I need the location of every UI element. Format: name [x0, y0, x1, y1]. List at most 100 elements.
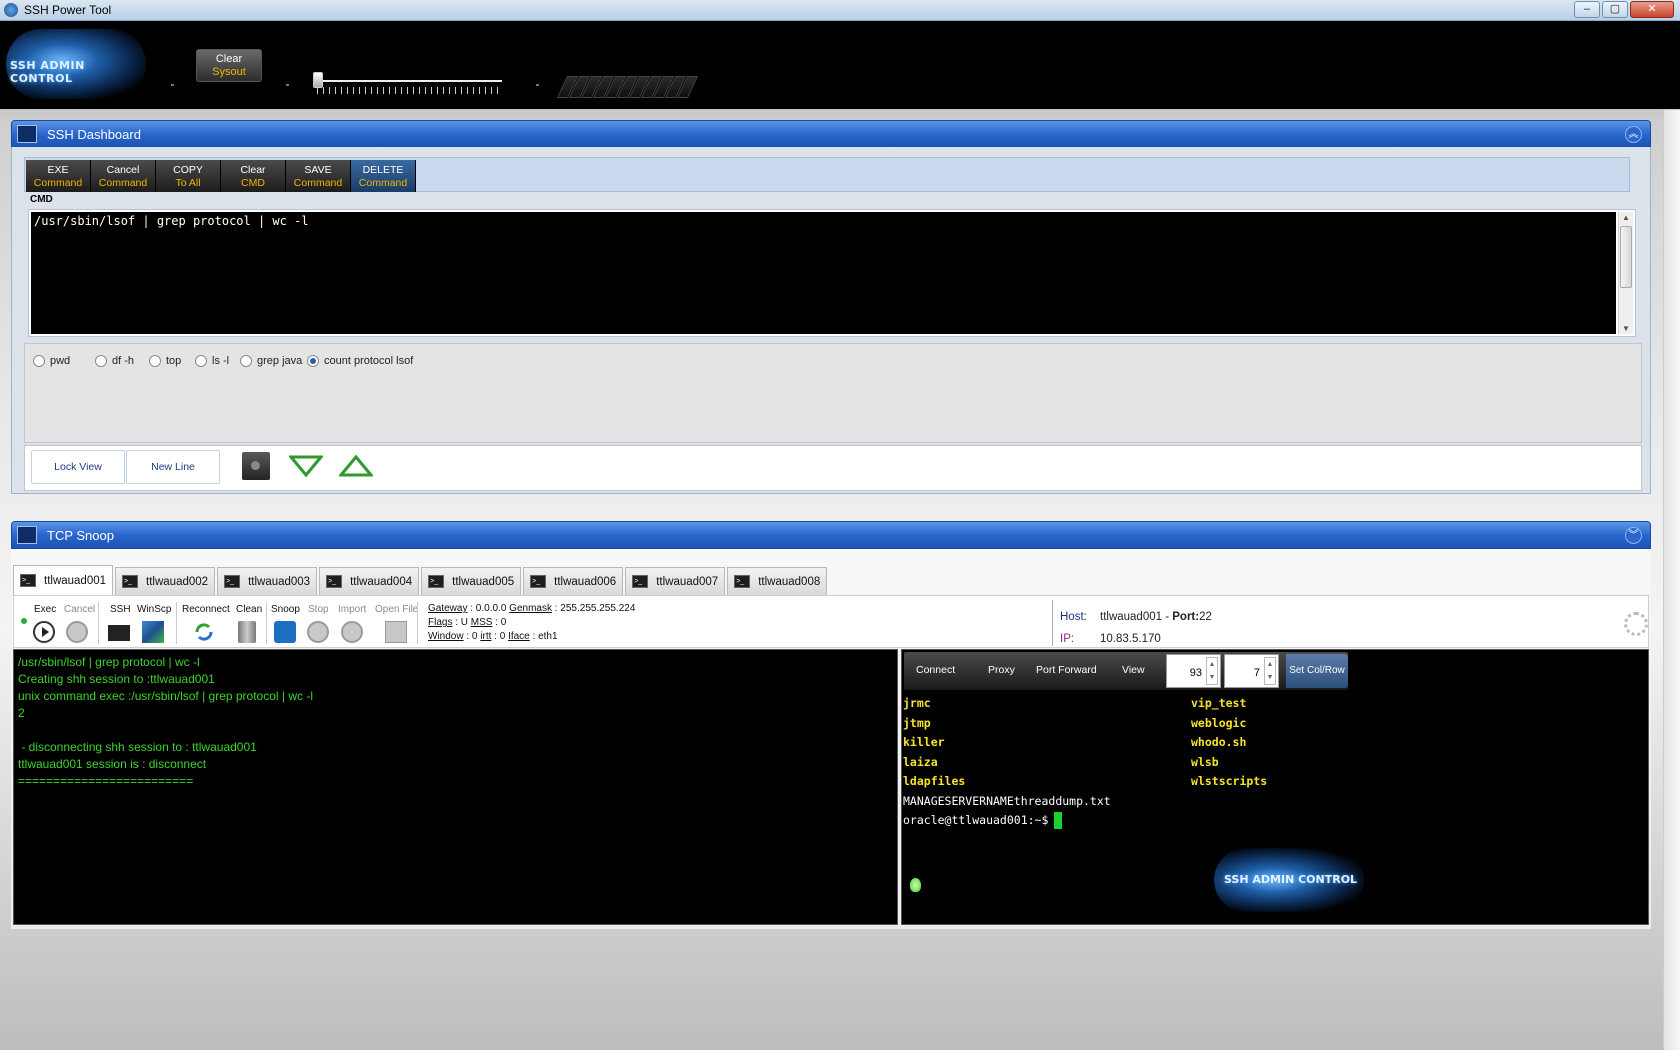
delete-command-button[interactable]: DELETE Command [351, 160, 416, 192]
gateway-value: : 0.0.0.0 [467, 603, 510, 614]
spinner-arrows-icon[interactable]: ▲ ▼ [1206, 657, 1218, 685]
rows-stepper[interactable]: 7 ▲ ▼ [1224, 654, 1279, 688]
clean-label: Clean [236, 604, 263, 615]
save-disk-icon[interactable] [242, 452, 270, 480]
move-down-icon[interactable] [289, 454, 323, 478]
preset-grep-java[interactable]: grep java [240, 355, 302, 367]
tab-ttlwauad007[interactable]: >_ ttlwauad007 [625, 567, 726, 595]
cmd-label: CMD [30, 194, 53, 205]
terminal-line: wlsb [1191, 754, 1219, 769]
tab-ttlwauad002[interactable]: >_ ttlwauad002 [115, 567, 216, 595]
host-key: Host: [1060, 611, 1087, 623]
editor-actions: Lock View New Line [24, 445, 1642, 491]
tab-label: ttlwauad004 [350, 575, 413, 588]
terminal-line: whodo.sh [1191, 735, 1247, 749]
preset-top[interactable]: top [149, 355, 181, 367]
clear-cmd-button[interactable]: Clear CMD [221, 160, 286, 192]
cancel-command-button[interactable]: Cancel Command [91, 160, 156, 192]
tab-ttlwauad001[interactable]: >_ ttlwauad001 [13, 565, 114, 595]
ip-value: 10.83.5.170 [1100, 633, 1161, 645]
slider-knob[interactable] [313, 72, 323, 88]
scroll-thumb[interactable] [1620, 226, 1632, 288]
preset-df-h[interactable]: df -h [95, 355, 134, 367]
move-up-icon[interactable] [339, 454, 373, 478]
button-sub-label: Command [98, 177, 148, 189]
play-icon[interactable] [33, 621, 55, 643]
set-col-row-button[interactable]: Set Col/Row [1286, 654, 1348, 688]
top-toolbar: SSH ADMIN CONTROL Clear Sysout [0, 21, 1680, 109]
preset-pwd[interactable]: pwd [33, 355, 70, 367]
port-key: Port: [1172, 611, 1200, 623]
save-command-button[interactable]: SAVE Command [286, 160, 351, 192]
spinner-arrows-icon[interactable]: ▲ ▼ [1264, 657, 1276, 685]
import-icon[interactable] [341, 621, 363, 643]
scroll-up-icon[interactable]: ▲ [1622, 213, 1630, 222]
winscp-label: WinScp [137, 604, 172, 615]
net-line-2: Flags : U MSS : 0 [428, 616, 635, 630]
open-file-icon[interactable] [385, 621, 407, 643]
cmd-scrollbar[interactable]: ▲ ▼ [1618, 212, 1633, 334]
tab-ttlwauad004[interactable]: >_ ttlwauad004 [319, 567, 420, 595]
columns-stepper[interactable]: 93 ▲ ▼ [1166, 654, 1221, 688]
snoop-waveform-icon[interactable] [274, 621, 296, 643]
tab-ttlwauad008[interactable]: >_ ttlwauad008 [727, 567, 828, 595]
genmask-value: : 255.255.255.224 [551, 603, 636, 614]
lock-view-button[interactable]: Lock View [31, 450, 125, 484]
port-value: 22 [1199, 611, 1212, 623]
ssh-terminal-icon[interactable] [108, 625, 130, 641]
collapse-icon[interactable]: ︾ [1625, 527, 1642, 544]
terminal-icon: >_ [632, 575, 649, 588]
trash-icon[interactable] [238, 621, 256, 643]
collapse-icon[interactable]: ︽ [1625, 126, 1642, 143]
page-scrollbar[interactable] [1663, 110, 1680, 1050]
tcp-snoop-header: TCP Snoop ︾ [11, 521, 1651, 549]
terminal-icon: >_ [530, 575, 547, 588]
exe-command-button[interactable]: EXE Command [26, 160, 91, 192]
exec-label: Exec [34, 604, 57, 615]
proxy-button[interactable]: Proxy [988, 664, 1015, 676]
ssh-terminal[interactable]: Connect Proxy Port Forward View 93 ▲ ▼ 7 … [901, 649, 1649, 925]
log-line: ttlwauad001 session is : disconnect [18, 757, 207, 771]
preset-label: count protocol lsof [324, 355, 414, 367]
session-log[interactable]: /usr/sbin/lsof | grep protocol | wc -l C… [13, 649, 898, 925]
tab-ttlwauad003[interactable]: >_ ttlwauad003 [217, 567, 318, 595]
preset-ls-l[interactable]: ls -l [195, 355, 229, 367]
preset-count-protocol-lsof[interactable]: count protocol lsof [307, 355, 413, 367]
connect-button[interactable]: Connect [916, 664, 955, 676]
button-sub-label: CMD [241, 177, 265, 189]
cancel-icon[interactable] [66, 621, 88, 643]
opacity-slider[interactable] [313, 71, 505, 97]
clear-sysout-button[interactable]: Clear Sysout [196, 49, 262, 82]
irtt-value: : 0 [491, 631, 509, 642]
tab-ttlwauad005[interactable]: >_ ttlwauad005 [421, 567, 522, 595]
iface-value: : eth1 [529, 631, 558, 642]
minimize-button[interactable]: – [1574, 1, 1600, 18]
log-line: 2 [18, 706, 25, 720]
cmd-editor: /usr/sbin/lsof | grep protocol | wc -l ▲… [28, 209, 1636, 337]
tab-label: ttlwauad006 [554, 575, 617, 588]
stop-icon[interactable] [307, 621, 329, 643]
winscp-icon[interactable] [142, 621, 164, 643]
copy-to-all-button[interactable]: COPY To All [156, 160, 221, 192]
cmd-input[interactable]: /usr/sbin/lsof | grep protocol | wc -l [31, 212, 1616, 334]
port-forward-button[interactable]: Port Forward [1036, 664, 1097, 676]
tab-ttlwauad006[interactable]: >_ ttlwauad006 [523, 567, 624, 595]
ip-line: IP: 10.83.5.170 [1060, 628, 1212, 650]
log-line: ========================= [18, 774, 194, 788]
view-button[interactable]: View [1122, 664, 1145, 676]
reconnect-icon[interactable] [193, 621, 215, 643]
ssh-admin-control-watermark: SSH ADMIN CONTROL [1214, 848, 1364, 912]
iface-key: Iface [508, 631, 530, 642]
new-line-button[interactable]: New Line [126, 450, 220, 484]
ssh-admin-control-logo: SSH ADMIN CONTROL [6, 29, 146, 99]
status-led-icon [21, 618, 27, 624]
radio-icon [33, 355, 45, 367]
close-button[interactable]: ✕ [1630, 1, 1674, 18]
maximize-button[interactable]: ▢ [1602, 1, 1628, 18]
scroll-down-icon[interactable]: ▼ [1622, 324, 1630, 333]
log-line: Creating shh session to :ttlwauad001 [18, 672, 215, 686]
host-value: ttlwauad001 - [1100, 611, 1173, 623]
gateway-key: Gateway [428, 603, 468, 614]
terminal-cursor [1054, 812, 1063, 829]
button-sub-label: Command [293, 177, 343, 189]
